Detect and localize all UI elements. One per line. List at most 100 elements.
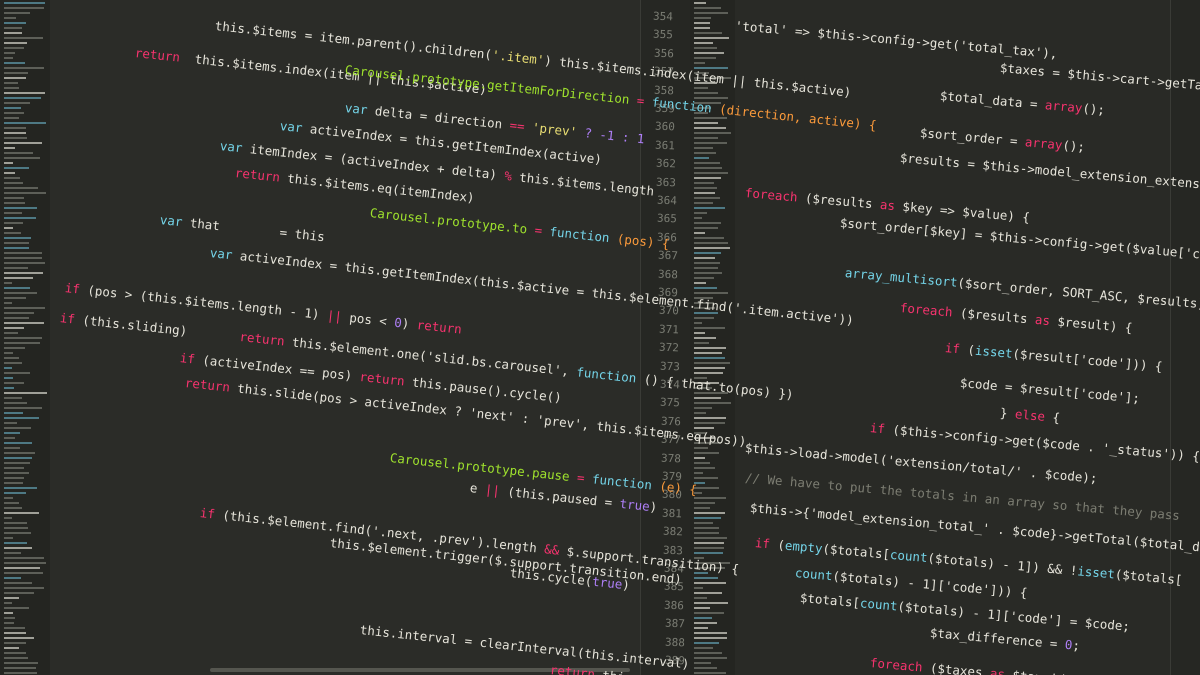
minimap-line xyxy=(4,627,25,629)
minimap-line xyxy=(4,357,19,359)
minimap-line xyxy=(694,662,711,664)
minimap-line xyxy=(4,397,22,399)
minimap-line xyxy=(694,267,718,269)
minimap-line xyxy=(4,182,23,184)
code-token: e xyxy=(469,480,486,497)
minimap-line xyxy=(4,637,34,639)
minimap-line xyxy=(694,642,719,644)
code-token: var xyxy=(209,245,234,263)
minimap-line xyxy=(694,282,706,284)
code-token: ) xyxy=(401,315,418,332)
minimap-line xyxy=(694,637,727,639)
minimap-line xyxy=(4,482,23,484)
minimap-line xyxy=(694,92,718,94)
minimap-line xyxy=(694,462,710,464)
minimap-line xyxy=(694,622,717,624)
minimap-line xyxy=(4,607,29,609)
minimap-line xyxy=(4,132,26,134)
code-token: var xyxy=(279,118,304,136)
code-token: if xyxy=(754,535,771,552)
minimap-line xyxy=(694,367,725,369)
line-number: 381 xyxy=(662,506,683,521)
minimap-line xyxy=(4,597,19,599)
minimap-line xyxy=(4,587,44,589)
minimap-line xyxy=(4,232,21,234)
minimap-line xyxy=(4,602,12,604)
minimap-line xyxy=(4,322,44,324)
minimap-line xyxy=(694,397,721,399)
minimap-line xyxy=(4,652,26,654)
left-minimap[interactable] xyxy=(0,0,50,675)
minimap-line xyxy=(4,377,13,379)
minimap-line xyxy=(694,12,728,14)
minimap-line xyxy=(694,652,722,654)
minimap-line xyxy=(4,502,19,504)
minimap-line xyxy=(4,572,43,574)
code-token: as xyxy=(1034,311,1051,329)
line-number: 356 xyxy=(653,46,674,61)
minimap-line xyxy=(694,287,717,289)
minimap-line xyxy=(4,442,32,444)
minimap-line xyxy=(694,467,715,469)
minimap-line xyxy=(694,122,718,124)
minimap-line xyxy=(694,37,729,39)
code-token: this xyxy=(753,74,785,93)
code-token: count xyxy=(889,546,929,566)
minimap-line xyxy=(694,547,724,549)
minimap-line xyxy=(4,542,27,544)
minimap-line xyxy=(694,457,705,459)
minimap-line xyxy=(694,252,721,254)
minimap-line xyxy=(4,177,20,179)
line-number: 360 xyxy=(654,119,676,134)
minimap-line xyxy=(694,242,728,244)
line-number: 386 xyxy=(663,598,685,613)
minimap-line xyxy=(4,42,27,44)
minimap-line xyxy=(694,487,719,489)
code-token: == xyxy=(508,117,526,134)
minimap-line xyxy=(694,477,718,479)
line-number: 372 xyxy=(659,340,680,355)
minimap-line xyxy=(694,247,730,249)
code-token: if xyxy=(199,505,216,522)
code-token: as xyxy=(989,665,1006,675)
line-number: 354 xyxy=(652,9,674,24)
minimap-line xyxy=(4,632,26,634)
minimap-line xyxy=(694,542,724,544)
minimap-line xyxy=(4,137,27,139)
minimap-line xyxy=(694,347,726,349)
minimap-line xyxy=(694,497,726,499)
minimap-line xyxy=(694,592,722,594)
code-token: var xyxy=(219,138,244,156)
line-number: 382 xyxy=(662,524,683,539)
minimap-line xyxy=(4,7,44,9)
minimap-line xyxy=(4,72,28,74)
minimap-line xyxy=(694,292,728,294)
line-number: 362 xyxy=(655,156,676,171)
minimap-line xyxy=(694,272,722,274)
minimap-line xyxy=(4,47,24,49)
minimap-line xyxy=(4,277,33,279)
code-token: true xyxy=(591,573,624,592)
minimap-line xyxy=(694,262,720,264)
minimap-line xyxy=(694,517,721,519)
minimap-line xyxy=(4,222,23,224)
minimap-line xyxy=(4,267,28,269)
minimap-line xyxy=(694,192,715,194)
minimap-line xyxy=(4,297,26,299)
minimap-line xyxy=(4,192,46,194)
code-token: ) xyxy=(648,498,658,515)
minimap-line xyxy=(694,187,717,189)
minimap-line xyxy=(4,347,25,349)
minimap-line xyxy=(4,82,18,84)
minimap-line xyxy=(694,117,727,119)
code-token: if xyxy=(59,310,76,327)
minimap-line xyxy=(4,477,24,479)
minimap-line xyxy=(4,257,42,259)
minimap-line xyxy=(4,2,45,4)
minimap-line xyxy=(4,507,22,509)
minimap-line xyxy=(4,552,21,554)
minimap-line xyxy=(4,112,24,114)
minimap-line xyxy=(694,182,714,184)
minimap-line xyxy=(4,307,45,309)
minimap-line xyxy=(4,672,37,674)
